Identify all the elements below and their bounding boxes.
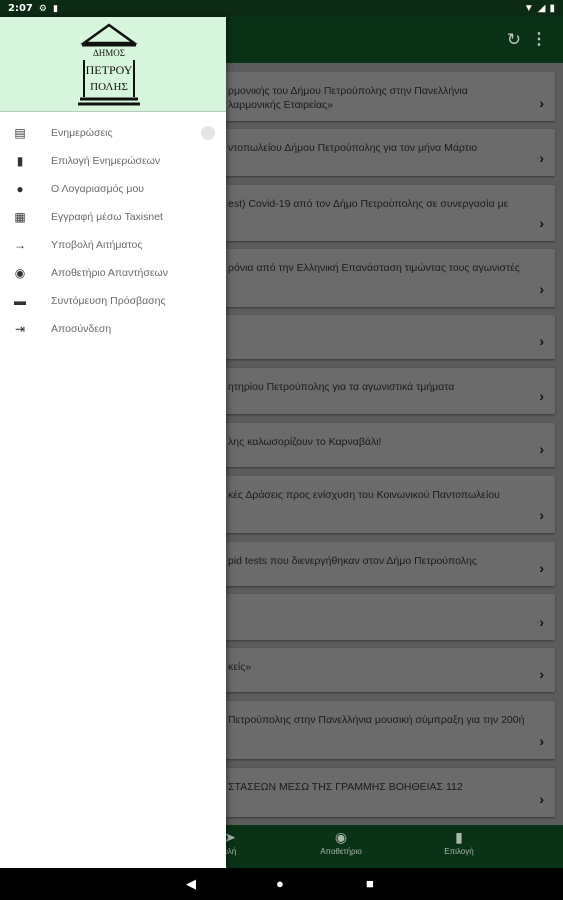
logo-line-3: ΠΟΛΗΣ bbox=[90, 81, 128, 93]
news-card-title: pid tests που διενεργήθηκαν στον Δήμο Πε… bbox=[228, 555, 477, 567]
settings-icon: ⚙ bbox=[38, 3, 47, 13]
wifi-icon: ▼ bbox=[523, 3, 534, 14]
drawer-item-submit-request[interactable]: → Υποβολή Αιτήματος bbox=[0, 231, 226, 259]
bookmark-icon: ▮ bbox=[16, 154, 24, 168]
eye-icon: ◉ bbox=[334, 829, 348, 845]
battery-icon: ▮ bbox=[549, 3, 555, 14]
shortcut-icon: ▬ bbox=[14, 294, 26, 308]
send-icon: → bbox=[14, 238, 26, 252]
logout-icon: ⇥ bbox=[14, 322, 26, 336]
eye-icon: ◉ bbox=[14, 266, 26, 280]
news-card-title: est) Covid-19 από τον Δήμο Πετρούπολης σ… bbox=[228, 198, 509, 210]
drawer-item-taxisnet-registration[interactable]: ▦ Εγγραφή μέσω Taxisnet bbox=[0, 203, 226, 231]
chevron-right-icon: › bbox=[539, 215, 544, 231]
news-card-title: ντοπωλείου Δήμου Πετρούπολης για τον μήν… bbox=[228, 142, 478, 154]
toggle-indicator[interactable] bbox=[201, 126, 215, 140]
chevron-right-icon: › bbox=[539, 388, 544, 404]
chevron-right-icon: › bbox=[539, 333, 544, 349]
drawer-item-my-account[interactable]: ● Ο Λογαριασμός μου bbox=[0, 175, 226, 203]
news-card-title: κές Δράσεις προς ενίσχυση του Κοινωνικού… bbox=[228, 489, 500, 501]
bottom-nav-repository[interactable]: ◉ Αποθετήριο bbox=[301, 829, 381, 856]
news-card-title: ρμονικής του Δήμου Πετρούπολης στην Πανε… bbox=[228, 85, 468, 111]
drawer-item-logout[interactable]: ⇥ Αποσύνδεση bbox=[0, 315, 226, 343]
bookmark-icon: ▮ bbox=[455, 829, 463, 845]
news-card-title: ρόνια από την Ελληνική Επανάσταση τιμώντ… bbox=[228, 262, 520, 274]
back-icon[interactable]: ◀ bbox=[186, 876, 196, 892]
bottom-nav-selection[interactable]: ▮ Επιλογή bbox=[419, 829, 499, 856]
news-card-title: ΣΤΑΣΕΩΝ ΜΕΣΩ ΤΗΣ ΓΡΑΜΜΗΣ ΒΟΗΘΕΙΑΣ 112 bbox=[228, 781, 463, 793]
home-icon[interactable]: ● bbox=[276, 876, 284, 891]
logo-line-2: ΠΕΤΡΟΥ bbox=[86, 63, 133, 77]
chat-icon: ▤ bbox=[14, 126, 26, 140]
chevron-right-icon: › bbox=[539, 441, 544, 457]
drawer-item-select-updates[interactable]: ▮ Επιλογή Ενημερώσεων bbox=[0, 147, 226, 175]
news-card-title: Πετρούπολης στην Πανελλήνια μουσική σύμπ… bbox=[228, 714, 525, 726]
chevron-right-icon: › bbox=[539, 507, 544, 523]
drawer-item-updates[interactable]: ▤ Ενημερώσεις bbox=[0, 119, 226, 147]
chevron-right-icon: › bbox=[539, 791, 544, 807]
news-card-title: λης καλωσορίζουν το Καρναβάλι! bbox=[228, 436, 382, 448]
sd-card-icon: ▮ bbox=[52, 3, 58, 13]
drawer-menu: ▤ Ενημερώσεις ▮ Επιλογή Ενημερώσεων ● Ο … bbox=[0, 112, 226, 343]
system-navigation-bar: ◀ ● ■ bbox=[0, 868, 563, 900]
chevron-right-icon: › bbox=[539, 733, 544, 749]
chevron-right-icon: › bbox=[539, 150, 544, 166]
signal-icon: ◢ bbox=[537, 3, 546, 14]
news-card-title: κείς» bbox=[228, 661, 252, 673]
person-icon: ● bbox=[16, 182, 24, 196]
chevron-right-icon: › bbox=[539, 281, 544, 297]
status-time: 2:07 bbox=[8, 3, 33, 14]
logo-line-1: ΔΗΜΟΣ bbox=[93, 48, 125, 58]
recents-icon[interactable]: ■ bbox=[366, 876, 374, 891]
drawer-header: ΔΗΜΟΣ ΠΕΤΡΟΥ ΠΟΛΗΣ bbox=[0, 17, 226, 112]
drawer-item-access-shortcut[interactable]: ▬ Συντόμευση Πρόσβασης bbox=[0, 287, 226, 315]
chevron-right-icon: › bbox=[539, 614, 544, 630]
more-vert-icon[interactable]: ⋮ bbox=[531, 29, 547, 49]
chevron-right-icon: › bbox=[539, 95, 544, 111]
news-card-title: ητηρίου Πετρούπολης για τα αγωνιστικά τμ… bbox=[228, 381, 455, 393]
municipality-logo: ΔΗΜΟΣ ΠΕΤΡΟΥ ΠΟΛΗΣ bbox=[78, 23, 140, 106]
refresh-icon[interactable]: ↻ bbox=[507, 30, 521, 50]
navigation-drawer: ΔΗΜΟΣ ΠΕΤΡΟΥ ΠΟΛΗΣ ▤ Ενημερώσεις ▮ Επιλο… bbox=[0, 17, 226, 868]
status-bar: 2:07 ⚙ ▮ ▼ ◢ ▮ bbox=[0, 0, 563, 17]
chevron-right-icon: › bbox=[539, 666, 544, 682]
chevron-right-icon: › bbox=[539, 560, 544, 576]
id-card-icon: ▦ bbox=[14, 210, 26, 224]
drawer-item-answers-repository[interactable]: ◉ Αποθετήριο Απαντήσεων bbox=[0, 259, 226, 287]
